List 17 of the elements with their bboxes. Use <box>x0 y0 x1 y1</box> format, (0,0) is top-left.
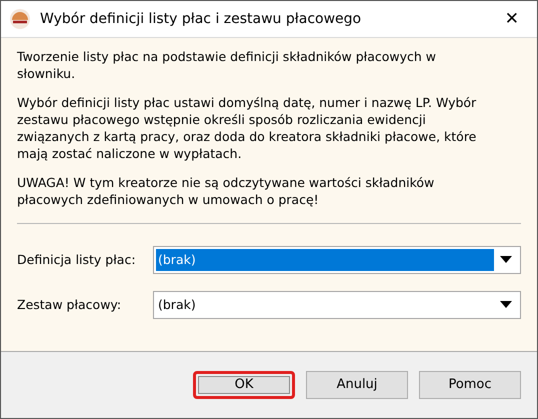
dropdown-arrow-icon[interactable] <box>500 256 512 264</box>
dropdown-field[interactable]: (brak) <box>153 246 521 274</box>
dialog-button[interactable]: Anuluj <box>306 371 408 399</box>
description-text: Tworzenie listy płac na podstawie definicji składników płacowych w słowniku. <box>17 48 438 82</box>
dialog-button[interactable]: Pomoc <box>419 371 521 399</box>
field-label: Definicja listy płac: <box>17 250 137 269</box>
selected-value: (brak) <box>157 296 197 314</box>
dialog-button[interactable]: OK <box>193 371 295 399</box>
close-button[interactable]: ✕ <box>494 10 529 28</box>
window-title: Wybór definicji listy płac i zestawu płacowego <box>40 10 362 28</box>
dropdown-arrow-icon[interactable] <box>500 301 512 309</box>
selected-value: (brak) <box>156 249 494 271</box>
field-label: Zestaw płacowy: <box>17 296 122 314</box>
dropdown-field[interactable]: (brak) <box>153 291 521 319</box>
description-text: UWAGA! W tym kreatorze nie są odczytywane wartości składników płacowych zdefiniowanych w umowach o pracę! <box>17 174 436 208</box>
description-text: Wybór definicji listy płac ustawi domyślną datę, numer i nazwę LP. Wybór zestawu płacowego wstępnie określi sposób rozliczania ewidencji związanych z kartą pracy, oraz doda do kreatora składniki płacowe, które mają zostać naliczone w wypłatach. <box>17 94 478 162</box>
app-logo-icon <box>9 8 31 30</box>
